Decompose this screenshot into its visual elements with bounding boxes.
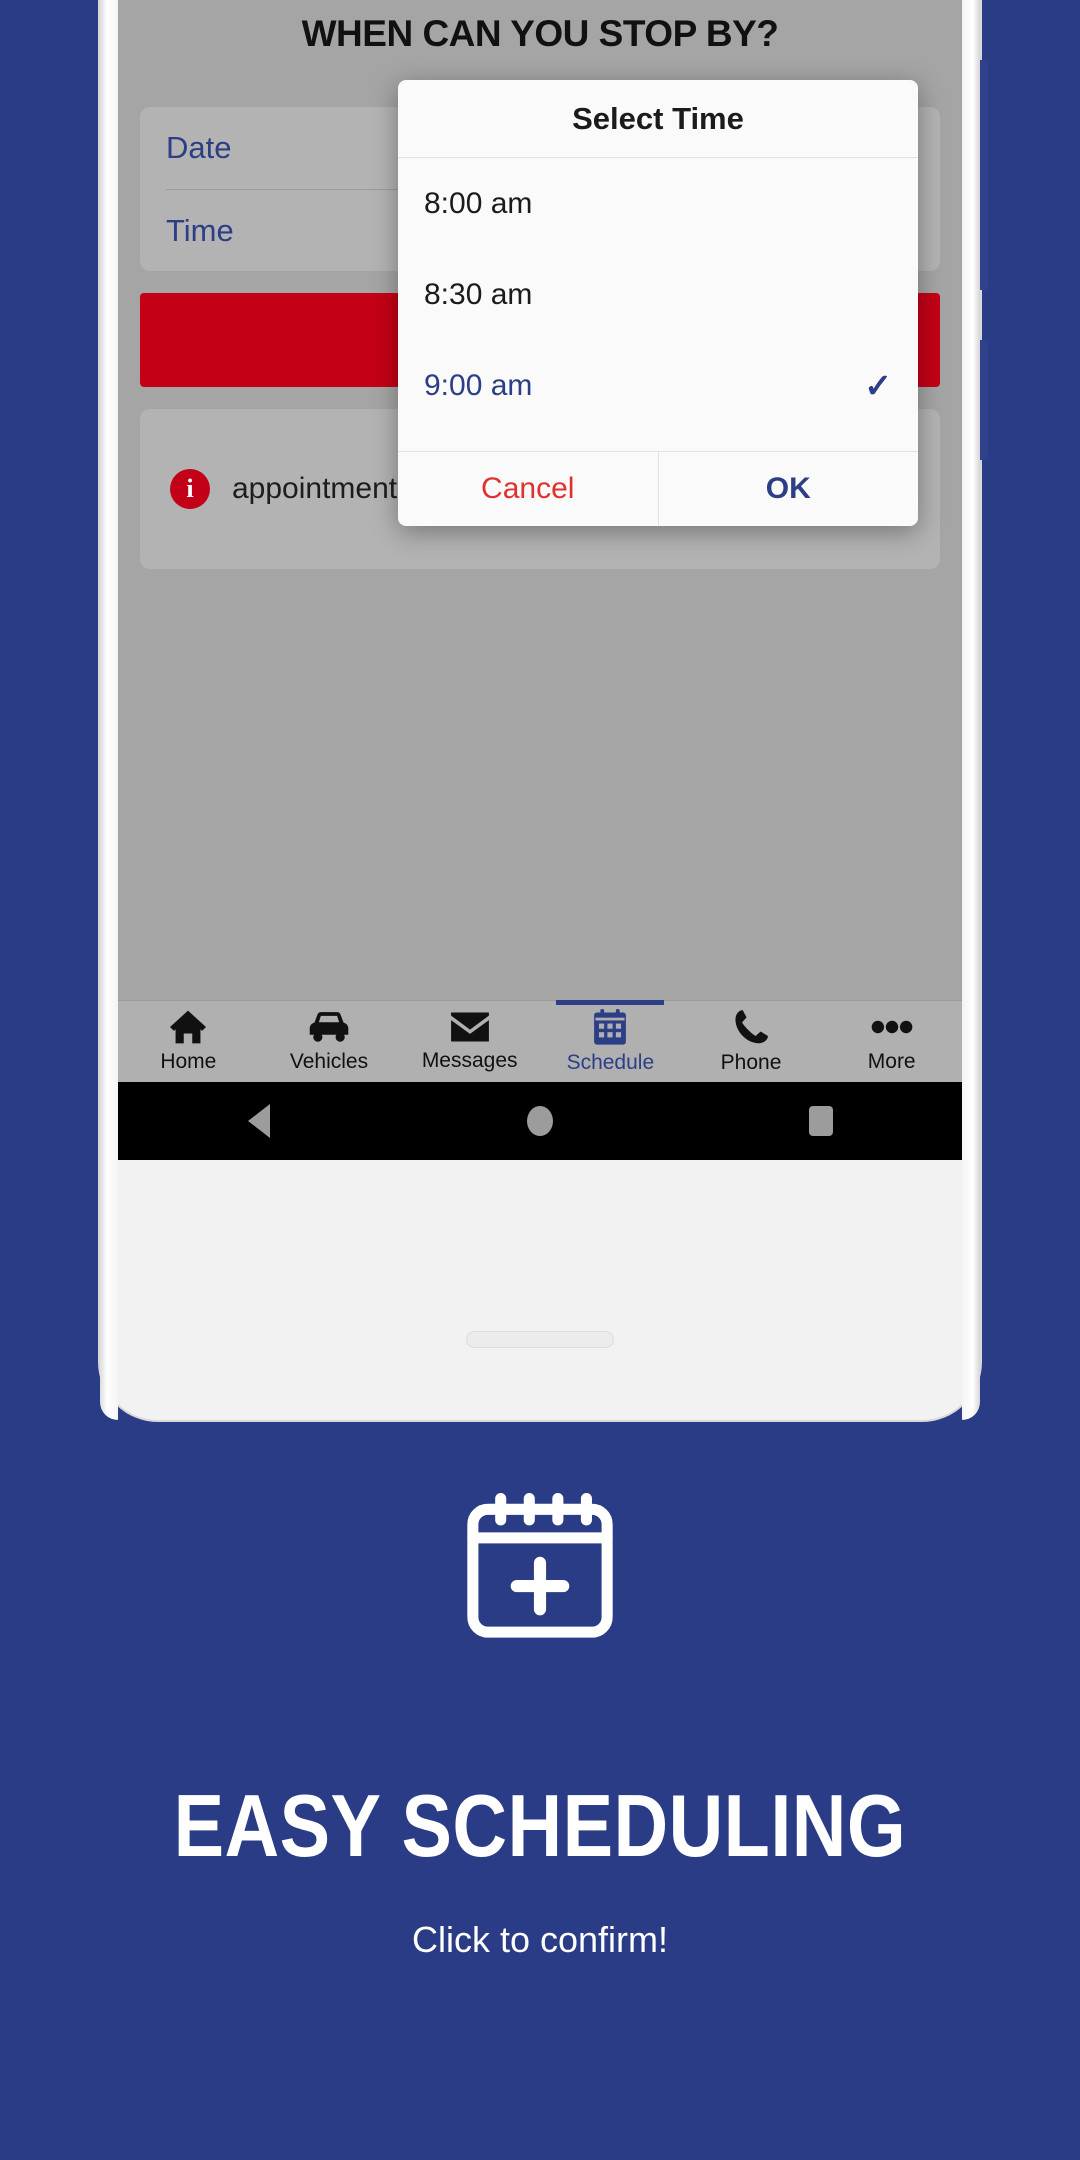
time-option-label: 9:00 am	[424, 368, 533, 402]
cancel-button[interactable]: Cancel	[398, 452, 659, 526]
back-triangle-icon[interactable]	[242, 1104, 276, 1138]
tab-schedule[interactable]: Schedule	[540, 1001, 681, 1082]
phone-mockup: ❮ Back Request Appointment Next ❯ WHEN C…	[100, 0, 988, 1420]
tab-phone-label: Phone	[720, 1051, 782, 1074]
calendar-plus-icon	[460, 1490, 620, 1645]
tab-schedule-label: Schedule	[566, 1051, 655, 1074]
phone-volume-button	[979, 340, 988, 460]
envelope-icon	[449, 1010, 491, 1044]
list-item[interactable]: 8:30 am	[398, 249, 918, 340]
checkmark-icon: ✓	[864, 367, 892, 404]
screen-heading: WHEN CAN YOU STOP BY?	[301, 13, 779, 54]
tab-vehicles-label: Vehicles	[289, 1050, 369, 1073]
tab-home-label: Home	[160, 1050, 217, 1073]
tab-home[interactable]: Home	[118, 1001, 259, 1082]
tab-more[interactable]: More	[821, 1001, 962, 1082]
tab-messages[interactable]: Messages	[399, 1001, 540, 1082]
list-item[interactable]: 9:00 am ✓	[398, 340, 918, 431]
ok-button[interactable]: OK	[659, 452, 919, 526]
marketing-headline: EASY SCHEDULING	[173, 1776, 907, 1875]
list-item[interactable]: 9:30 am	[398, 431, 918, 451]
marketing-subhead: Click to confirm!	[411, 1919, 669, 1960]
bottom-tab-bar: Home Vehicles Messages Schedule Phone Mo…	[118, 1000, 962, 1082]
home-circle-icon[interactable]	[523, 1104, 557, 1138]
select-time-dialog: Select Time 8:00 am 8:30 am 9:00 am ✓ 9:…	[398, 80, 918, 526]
dialog-title: Select Time	[398, 80, 918, 158]
dialog-actions: Cancel OK	[398, 451, 918, 526]
phone-icon	[732, 1008, 770, 1046]
phone-screen: ❮ Back Request Appointment Next ❯ WHEN C…	[118, 0, 962, 1160]
tab-more-label: More	[867, 1050, 916, 1073]
date-row-label: Date	[166, 130, 232, 165]
speaker-grill	[466, 1331, 614, 1348]
phone-side-button	[979, 60, 988, 290]
time-option-label: 8:00 am	[424, 186, 533, 220]
ellipsis-icon	[869, 1009, 915, 1045]
tab-messages-label: Messages	[421, 1049, 518, 1072]
recents-square-icon[interactable]	[804, 1104, 838, 1138]
tab-vehicles[interactable]: Vehicles	[259, 1001, 400, 1082]
list-item[interactable]: 8:00 am	[398, 158, 918, 249]
time-row-label: Time	[166, 212, 234, 248]
car-icon	[307, 1009, 351, 1045]
home-icon	[168, 1009, 208, 1045]
time-options-list[interactable]: 8:00 am 8:30 am 9:00 am ✓ 9:30 am 10:00 …	[398, 158, 918, 451]
calendar-icon	[591, 1008, 629, 1046]
info-icon: i	[170, 469, 210, 509]
android-navigation-bar	[118, 1082, 962, 1160]
marketing-section: EASY SCHEDULING Click to confirm!	[0, 1450, 1080, 1961]
tab-phone[interactable]: Phone	[681, 1001, 822, 1082]
time-option-label: 8:30 am	[424, 277, 533, 311]
